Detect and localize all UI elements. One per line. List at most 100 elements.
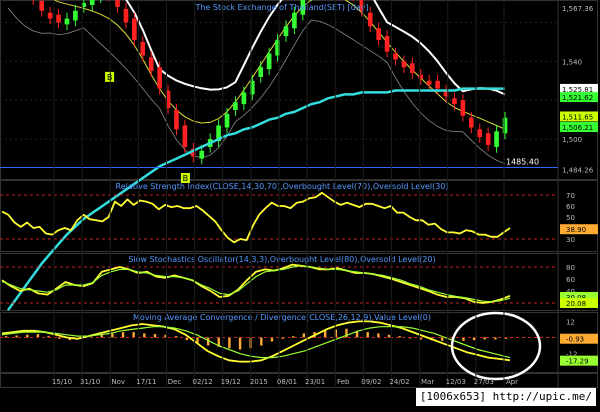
axis-label: 20.08 — [566, 300, 586, 308]
candle-body — [485, 133, 491, 145]
stochastic-title: Slow Stochastics Oscillator(14,3,3),Over… — [128, 255, 435, 264]
candle-body — [283, 26, 289, 37]
time-axis-label: 23/01 — [305, 378, 325, 386]
candle-body — [174, 109, 179, 130]
candle-body — [367, 12, 373, 27]
time-axis-label: 31/10 — [80, 378, 100, 386]
candle-body — [199, 150, 205, 159]
price-axis-label: 1,484.26 — [562, 167, 594, 175]
time-axis-label: Apr — [506, 378, 518, 386]
support-level-label: 1485.40 — [506, 158, 539, 167]
candle-body — [56, 14, 61, 23]
candle-body — [132, 18, 137, 40]
candle-body — [266, 53, 272, 70]
watermark-url: [1006x653] http://upic.me/ — [415, 388, 596, 406]
candle-body — [140, 41, 146, 56]
macd-histogram-bar — [323, 330, 327, 338]
chart-canvas[interactable]: 1485.40 1,567.361,5401,525.811,521.621,5… — [0, 0, 600, 408]
candle-body — [89, 0, 95, 5]
candle-body — [401, 61, 407, 68]
macd-histogram-bar — [15, 335, 18, 338]
time-axis-label: 09/02 — [361, 378, 381, 386]
time-axis-label: Mar — [421, 378, 434, 386]
time-axis-label: Nov — [111, 378, 125, 386]
macd-histogram-bar — [238, 337, 242, 350]
time-axis-label: Dec — [168, 378, 182, 386]
time-axis-label: 08/01 — [277, 378, 297, 386]
axis-label: -17.29 — [566, 358, 589, 366]
rsi-title: Relative Strength Index(CLOSE,14,30,70),… — [116, 182, 449, 191]
price-axis-label: 1,540 — [562, 58, 582, 66]
axis-label: 70 — [566, 192, 575, 200]
time-axis-label: 27/03 — [474, 378, 494, 386]
macd-histogram-bar — [387, 334, 391, 338]
candle-body — [148, 57, 154, 72]
candle-body — [224, 113, 230, 128]
macd-histogram-bar — [462, 337, 465, 341]
time-axis-label: 24/02 — [389, 378, 409, 386]
price-axis-label: 1,567.36 — [562, 5, 594, 13]
time-axis-label: 12/03 — [446, 378, 466, 386]
price-axis-label: 1,500 — [562, 136, 582, 144]
candle-body — [241, 92, 247, 105]
axis-label: 50 — [566, 214, 575, 222]
price-axis-label: 1,506.21 — [562, 124, 593, 132]
time-axis-label: 19/12 — [221, 378, 241, 386]
macd-histogram-bar — [302, 333, 306, 338]
candle-body — [477, 129, 483, 138]
candle-body — [384, 36, 390, 52]
price-axis-label: 1,521.62 — [562, 94, 593, 102]
macd-histogram-bar — [132, 332, 135, 338]
axis-label: 38.90 — [566, 226, 586, 234]
macd-histogram-bar — [36, 334, 40, 338]
candle-body — [426, 80, 432, 85]
macd-histogram-bar — [111, 333, 114, 338]
axis-label: -0.93 — [566, 336, 584, 344]
candle-body — [452, 98, 457, 105]
candle-body — [468, 117, 474, 128]
candle-body — [435, 80, 440, 89]
time-axis-label: 17/11 — [136, 378, 156, 386]
candle-body — [258, 67, 264, 77]
candle-body — [410, 63, 415, 73]
candle-body — [47, 12, 53, 19]
macd-histogram-bar — [366, 332, 369, 338]
buy-signal-label: B — [107, 73, 113, 82]
candle-body — [460, 100, 466, 116]
candle-body — [393, 53, 398, 60]
time-axis-label: Feb — [337, 378, 350, 386]
macd-histogram-bar — [121, 332, 125, 338]
macd-histogram-bar — [153, 334, 157, 338]
price-chart-title: The Stock Exchange of Thailand(SET) [day… — [194, 3, 368, 12]
macd-title: Moving Average Convergence / Divergence(… — [133, 313, 431, 322]
time-axis-label: 15/10 — [52, 378, 72, 386]
axis-label: 60 — [566, 276, 575, 284]
macd-histogram-bar — [377, 333, 380, 338]
candle-body — [182, 125, 188, 147]
candle-body — [502, 117, 508, 134]
macd-histogram-bar — [483, 337, 486, 340]
candle-body — [292, 12, 297, 29]
axis-label: 12 — [566, 318, 575, 326]
macd-histogram-bar — [270, 337, 274, 342]
macd-histogram-bar — [143, 333, 146, 338]
axis-label: 60 — [566, 203, 575, 211]
candle-body — [115, 0, 120, 7]
macd-histogram-bar — [260, 337, 263, 346]
candle-body — [376, 28, 381, 40]
candle-body — [123, 8, 129, 23]
macd-histogram-bar — [228, 337, 231, 349]
trading-chart[interactable]: 1485.40 1,567.36 1,540 1,525.81 1,521.62 1,5… — [0, 0, 600, 408]
price-axis-label: 1,511.65 — [562, 113, 593, 121]
candle-body — [73, 10, 78, 21]
time-axis-label: 2015 — [250, 378, 268, 386]
axis-label: 30 — [566, 236, 575, 244]
candle-body — [233, 102, 238, 110]
candle-body — [64, 18, 70, 25]
candle-body — [157, 67, 162, 89]
macd-histogram-bar — [440, 337, 444, 341]
candle-body — [39, 1, 45, 11]
candle-body — [494, 131, 499, 147]
time-axis-label: 02/12 — [193, 378, 213, 386]
axis-label: 80 — [566, 264, 575, 272]
